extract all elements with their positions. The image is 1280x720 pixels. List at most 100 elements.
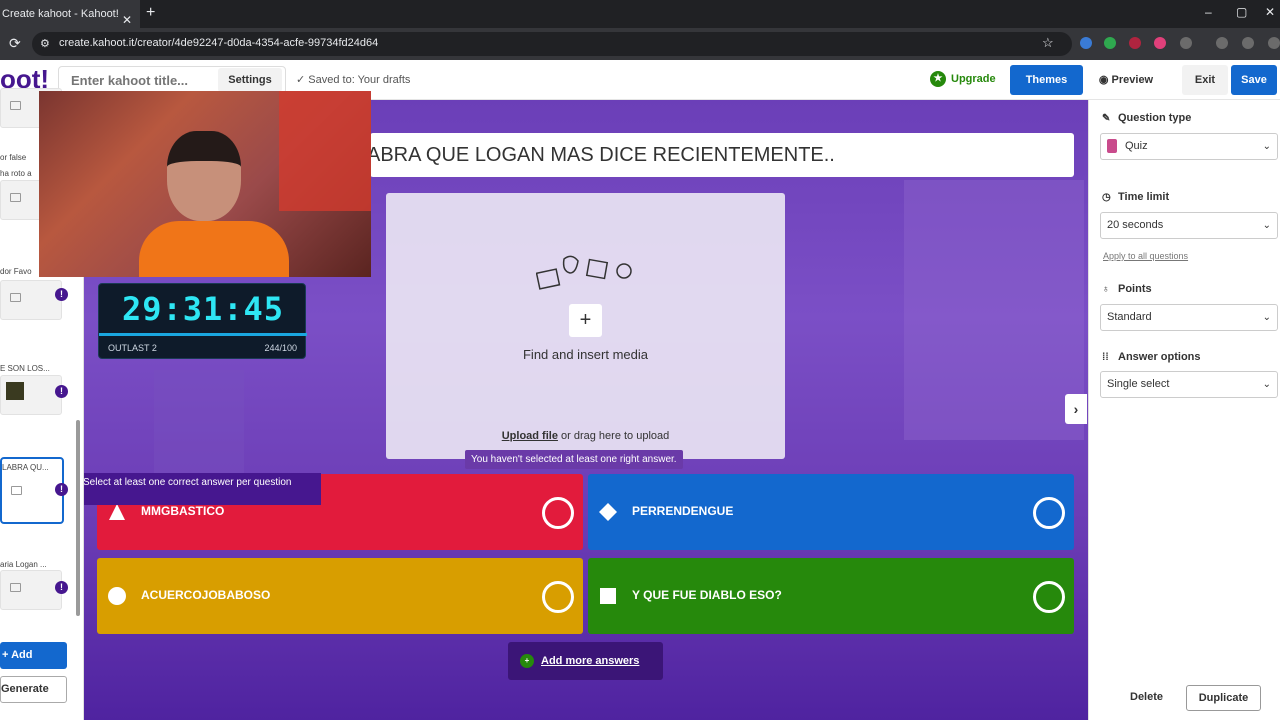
extension-icon[interactable] [1104, 37, 1116, 49]
plus-circle-icon: + [520, 654, 534, 668]
grid-icon: ⁞⁞ [1102, 352, 1109, 363]
timer-game: OUTLAST 2 [108, 343, 157, 353]
site-info-icon[interactable]: ⚙ [40, 37, 50, 50]
bookmark-star-icon[interactable]: ☆ [1042, 35, 1054, 51]
upgrade-label: Upgrade [951, 72, 996, 85]
themes-button[interactable]: Themes [1010, 65, 1083, 95]
add-more-answers-button[interactable]: + Add more answers [508, 642, 663, 680]
correct-toggle[interactable] [542, 497, 574, 529]
streamer-head [167, 131, 241, 221]
chevron-down-icon: ⌄ [1262, 220, 1271, 231]
background-window [904, 180, 1084, 440]
answer-options-value: Single select [1107, 378, 1170, 390]
points-label: ♁ Points [1102, 283, 1152, 295]
slide-image [6, 382, 24, 400]
reload-icon[interactable]: ⟳ [9, 35, 21, 52]
time-limit-label: ◷ Time limit [1102, 191, 1169, 203]
answer-4[interactable]: Y QUE FUE DIABLO ESO? [588, 558, 1074, 634]
slide-label: E SON LOS... [0, 364, 50, 373]
tab-close-icon[interactable]: ✕ [122, 6, 132, 28]
quiz-icon [1107, 139, 1117, 154]
slide-label: LABRA QU... [2, 463, 49, 472]
eye-icon: ◉ [1098, 74, 1112, 86]
window-close-icon[interactable]: ✕ [1265, 5, 1275, 19]
media-dropzone[interactable]: + Find and insert media Upload file or d… [386, 193, 785, 459]
warning-tooltip: You haven't selected at least one right … [465, 450, 683, 469]
question-text: ABRA QUE LOGAN MAS DICE RECIENTEMENTE.. [370, 144, 835, 166]
time-limit-select[interactable]: 20 seconds ⌄ [1100, 212, 1278, 239]
extension-icon[interactable] [1154, 37, 1166, 49]
delete-button[interactable]: Delete [1130, 691, 1163, 703]
correct-toggle[interactable] [1033, 497, 1065, 529]
upgrade-button[interactable]: ★ Upgrade [930, 71, 996, 87]
timer-bar [99, 333, 307, 336]
image-icon [10, 193, 21, 202]
clock-icon: ◷ [1102, 192, 1111, 203]
exit-button[interactable]: Exit [1182, 65, 1228, 95]
correct-toggle[interactable] [1033, 581, 1065, 613]
duplicate-button[interactable]: Duplicate [1186, 685, 1261, 711]
menu-icon[interactable] [1268, 37, 1280, 49]
chevron-down-icon: ⌄ [1262, 141, 1271, 152]
answer-text[interactable]: MMGBASTICO [141, 504, 224, 518]
points-select[interactable]: Standard ⌄ [1100, 304, 1278, 331]
add-media-button[interactable]: + [569, 304, 602, 337]
url-text: create.kahoot.it/creator/4de92247-d0da-4… [59, 37, 379, 49]
cam-light [279, 91, 371, 211]
alert-icon: ! [55, 483, 68, 496]
image-icon [11, 486, 22, 495]
add-slide-button[interactable]: + Add [0, 642, 67, 669]
medal-icon: ♁ [1102, 284, 1110, 295]
slide-thumbnail[interactable] [0, 280, 62, 320]
extension-icon[interactable] [1129, 37, 1141, 49]
sidebar-scrollbar[interactable] [76, 420, 80, 616]
question-type-label: ✎ Question type [1102, 112, 1191, 124]
webcam-overlay [39, 91, 371, 277]
question-input[interactable]: ABRA QUE LOGAN MAS DICE RECIENTEMENTE.. [370, 133, 1074, 177]
time-limit-text: Time limit [1118, 191, 1170, 203]
browser-tab[interactable]: Create kahoot - Kahoot! ✕ [0, 0, 140, 28]
media-icon[interactable] [1216, 37, 1228, 49]
chevron-right-icon[interactable]: › [1065, 394, 1087, 424]
answer-3[interactable]: ACUERCOJOBABOSO [97, 558, 583, 634]
answer-text[interactable]: PERRENDENGUE [632, 504, 733, 518]
minimize-icon[interactable]: – [1205, 5, 1212, 19]
streamer-body [139, 221, 289, 277]
image-icon [10, 583, 21, 592]
browser-tab-bar: Create kahoot - Kahoot! ✕ + – ▢ ✕ [0, 0, 1280, 28]
alert-icon: ! [55, 385, 68, 398]
answer-2[interactable]: PERRENDENGUE [588, 474, 1074, 550]
generate-button[interactable]: Generate [0, 676, 67, 703]
slide-label: ha roto a [0, 169, 32, 178]
new-tab-icon[interactable]: + [146, 4, 155, 22]
alert-icon: ! [55, 288, 68, 301]
upgrade-star-icon: ★ [930, 71, 946, 87]
maximize-icon[interactable]: ▢ [1236, 5, 1247, 19]
upload-hint: Upload file or drag here to upload [386, 430, 785, 442]
correct-toggle[interactable] [542, 581, 574, 613]
question-type-select[interactable]: Quiz ⌄ [1100, 133, 1278, 160]
media-illustration-icon [536, 255, 632, 290]
puzzle-icon[interactable] [1180, 37, 1192, 49]
answer-options-select[interactable]: Single select ⌄ [1100, 371, 1278, 398]
extension-icon[interactable] [1080, 37, 1092, 49]
upload-file-link[interactable]: Upload file [502, 430, 558, 442]
answer-options-text: Answer options [1118, 351, 1201, 363]
answer-text[interactable]: ACUERCOJOBABOSO [141, 588, 270, 602]
timer-count: 244/100 [264, 343, 297, 353]
apply-all-link[interactable]: Apply to all questions [1103, 251, 1188, 261]
omnibox[interactable]: ⚙ create.kahoot.it/creator/4de92247-d0da… [32, 32, 1072, 56]
timer-value: 29:31:45 [121, 290, 285, 328]
save-button[interactable]: Save [1231, 65, 1277, 95]
settings-button[interactable]: Settings [218, 68, 282, 92]
profile-icon[interactable] [1242, 37, 1254, 49]
question-type-text: Question type [1118, 112, 1192, 124]
preview-button[interactable]: ◉ Preview [1090, 65, 1162, 95]
saved-status: ✓ Saved to: Your drafts [296, 74, 411, 86]
slide-thumbnail[interactable] [0, 375, 62, 415]
streamer-figure [139, 131, 289, 277]
time-limit-value: 20 seconds [1107, 219, 1164, 231]
answer-text[interactable]: Y QUE FUE DIABLO ESO? [632, 588, 782, 602]
slide-thumbnail[interactable] [0, 570, 62, 610]
points-value: Standard [1107, 311, 1152, 323]
